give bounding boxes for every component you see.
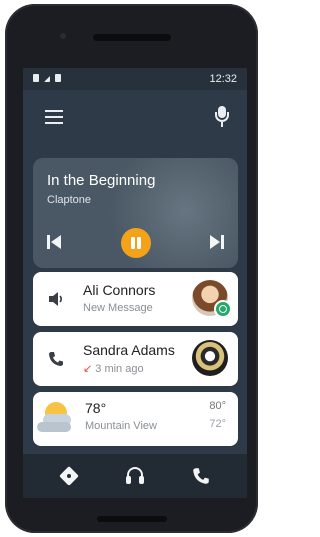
now-playing-card[interactable]: In the Beginning Claptone (33, 158, 238, 268)
status-icons (33, 74, 61, 82)
contact-name: Sandra Adams (83, 342, 175, 358)
missed-call-icon: ↙ (83, 363, 93, 375)
message-card[interactable]: Ali Connors New Message (33, 272, 238, 326)
hangouts-badge-icon (214, 300, 232, 318)
song-artist: Claptone (47, 194, 92, 206)
pause-icon[interactable] (121, 228, 151, 258)
call-card[interactable]: Sandra Adams ↙ 3 min ago (33, 332, 238, 386)
avatar (192, 340, 228, 376)
weather-card[interactable]: 78° Mountain View 80° 72° (33, 392, 238, 446)
status-bar: 12:32 (23, 68, 247, 90)
headphones-icon[interactable] (125, 466, 145, 486)
contact-name: Ali Connors (83, 282, 156, 298)
front-camera (60, 33, 66, 39)
weather-location: Mountain View (85, 420, 157, 432)
current-temperature: 78° (85, 400, 107, 416)
earpiece-speaker (93, 34, 171, 41)
status-time: 12:32 (209, 73, 237, 85)
low-temperature: 72° (209, 418, 226, 430)
navigation-icon[interactable] (59, 466, 79, 486)
microphone-icon[interactable] (215, 106, 229, 128)
phone-icon[interactable] (191, 466, 211, 486)
phone-icon (49, 352, 63, 366)
message-status: New Message (83, 302, 153, 314)
skip-previous-icon[interactable] (47, 234, 65, 250)
bottom-speaker (97, 516, 167, 522)
song-title: In the Beginning (47, 172, 156, 189)
call-time: ↙ 3 min ago (83, 363, 144, 375)
bottom-navigation (23, 454, 247, 498)
bluetooth-icon (33, 74, 39, 82)
android-auto-screen: 12:32 In the Beginning Claptone Ali Conn… (23, 68, 247, 498)
battery-icon (55, 74, 61, 82)
high-temperature: 80° (209, 400, 226, 412)
speaker-icon (49, 292, 63, 306)
phone-frame: 12:32 In the Beginning Claptone Ali Conn… (5, 4, 258, 533)
skip-next-icon[interactable] (206, 234, 224, 250)
signal-icon (44, 76, 50, 82)
hamburger-menu-icon[interactable] (45, 110, 63, 124)
